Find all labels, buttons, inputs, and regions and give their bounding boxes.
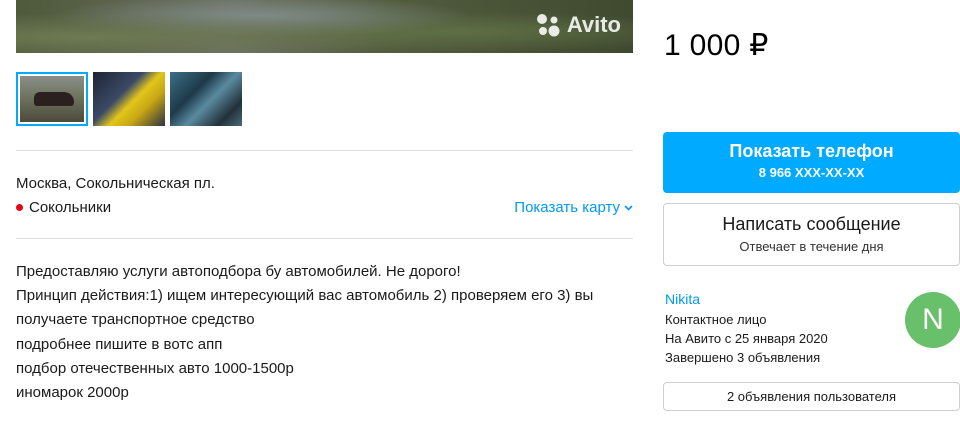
description: Предоставляю услуги автоподбора бу автом… <box>16 260 626 405</box>
avito-logo-icon <box>536 14 560 37</box>
price: 1 000 ₽ <box>664 29 769 62</box>
show-map-link[interactable]: Показать карту <box>514 199 633 216</box>
metro-station-name: Сокольники <box>29 199 112 216</box>
chevron-down-icon <box>624 204 633 211</box>
seller-since: На Авито с 25 января 2020 <box>665 331 828 346</box>
divider <box>16 238 633 239</box>
thumbnail-2[interactable] <box>93 72 165 126</box>
seller-type: Контактное лицо <box>665 312 767 327</box>
address: Москва, Сокольническая пл. <box>16 175 215 192</box>
avatar-letter: N <box>922 303 944 336</box>
phone-number: 8 966 XXX-XX-XX <box>758 165 865 180</box>
user-ads-button[interactable]: 2 объявления пользователя <box>663 382 960 411</box>
watermark-text: Avito <box>566 12 621 37</box>
response-time: Отвечает в течение дня <box>739 239 884 254</box>
seller-completed: Завершено 3 объявления <box>665 350 821 365</box>
write-message-button[interactable]: Написать сообщение Отвечает в течение дн… <box>663 203 960 266</box>
divider <box>16 150 633 151</box>
description-line: подбор отечественных авто 1000-1500р <box>16 359 294 377</box>
seller-name-link[interactable]: Nikita <box>665 291 700 307</box>
show-phone-button[interactable]: Показать телефон 8 966 XXX-XX-XX <box>663 132 960 193</box>
show-map-label: Показать карту <box>514 199 620 216</box>
write-message-label: Написать сообщение <box>722 214 901 234</box>
description-line: Принцип действия:1) ищем интересующий ва… <box>16 287 594 305</box>
thumbnail-3[interactable] <box>170 72 242 126</box>
description-line: Предоставляю услуги автоподбора бу автом… <box>16 263 461 280</box>
avatar[interactable]: N <box>905 292 960 348</box>
thumbnail-1[interactable] <box>16 72 88 126</box>
metro-station: Сокольники <box>16 199 111 216</box>
main-photo[interactable]: Avito <box>16 0 633 53</box>
description-line: иномарок 2000р <box>16 384 129 402</box>
avito-watermark: Avito <box>535 12 621 38</box>
description-line: подробнее пишите в вотс апп <box>16 335 223 353</box>
metro-line-dot-icon <box>16 204 23 211</box>
thumbnail-image <box>20 76 84 122</box>
description-line: получаете транспортное средство <box>16 311 255 329</box>
show-phone-label: Показать телефон <box>729 141 894 161</box>
